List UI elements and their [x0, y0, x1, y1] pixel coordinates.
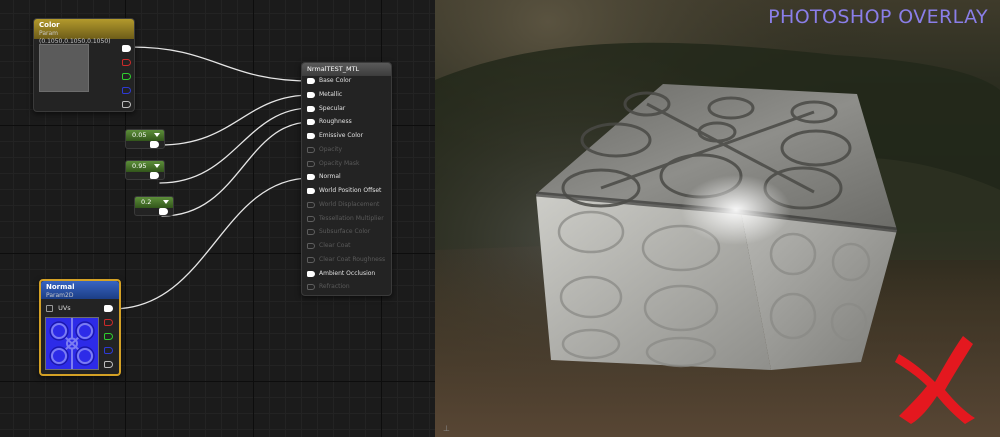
material-input-label: Refraction — [319, 283, 350, 291]
scalar-value: 0.95 — [132, 162, 147, 170]
material-input-row[interactable]: Base Color — [307, 75, 351, 87]
screenshot: Color Param (0.1050,0.1050,0.1050) 0.05 … — [0, 0, 1000, 437]
material-input-row[interactable]: Specular — [307, 103, 345, 115]
material-input-row[interactable]: Emissive Color — [307, 130, 363, 142]
color-node-header[interactable]: Color Param (0.1050,0.1050,0.1050) — [34, 19, 134, 45]
normal-node-title: Normal — [46, 283, 75, 291]
color-output-r-pin[interactable] — [122, 59, 131, 66]
material-input-label: Tessellation Multiplier — [319, 214, 384, 222]
material-input-pin[interactable] — [307, 133, 315, 139]
wire-scalar-2-to-specular — [159, 107, 312, 184]
scalar-node-roughness[interactable]: 0.2 — [134, 196, 174, 216]
material-input-pin[interactable] — [307, 91, 315, 98]
normal-output-a-pin[interactable] — [104, 361, 113, 368]
scalar-value: 0.2 — [141, 198, 152, 206]
wire-scalar-1-to-metallic — [159, 94, 312, 146]
material-input-row[interactable]: Metallic — [307, 89, 342, 101]
material-input-pin[interactable] — [307, 215, 315, 222]
material-input-pin[interactable] — [307, 229, 315, 236]
material-input-pin[interactable] — [307, 284, 315, 291]
normal-map-thumbnail — [45, 317, 99, 370]
material-input-pin[interactable] — [307, 188, 315, 194]
3d-viewport[interactable]: PHOTOSHOP OVERLAY ⊥ — [435, 0, 1000, 437]
material-input-row[interactable]: World Position Offset — [307, 185, 381, 197]
material-input-pin[interactable] — [307, 243, 315, 249]
material-input-pin[interactable] — [307, 105, 315, 112]
scalar-output-pin[interactable] — [150, 172, 159, 179]
material-node-title: NrmalTEST_MTL — [307, 65, 360, 73]
material-input-label: Opacity Mask — [319, 159, 360, 167]
uvs-input-row[interactable]: UVs — [46, 304, 71, 312]
color-output-rgb-pin[interactable] — [122, 45, 131, 52]
material-input-label: Subsurface Color — [319, 228, 371, 236]
material-input-pin[interactable] — [307, 174, 315, 181]
material-input-pin[interactable] — [307, 119, 315, 126]
color-node-title: Color — [39, 21, 60, 29]
material-input-row[interactable]: Roughness — [307, 116, 352, 128]
normal-output-b-pin[interactable] — [104, 347, 113, 354]
material-result-node[interactable]: NrmalTEST_MTL Base Color Metallic Specular… — [301, 62, 392, 296]
uvs-input-pin-icon[interactable] — [46, 304, 53, 312]
material-input-row: Opacity — [307, 144, 342, 156]
wire-scalar-3-to-roughness — [161, 121, 312, 217]
material-input-pin[interactable] — [307, 78, 315, 84]
material-input-row[interactable]: Ambient Occlusion — [307, 268, 375, 280]
normal-output-rgb-pin[interactable] — [104, 305, 113, 312]
scalar-output-pin[interactable] — [159, 208, 168, 215]
material-input-label: Roughness — [319, 118, 352, 126]
material-input-label: Normal — [319, 173, 341, 181]
color-output-a-pin[interactable] — [122, 101, 131, 108]
material-input-label: World Position Offset — [319, 187, 382, 194]
scalar-value: 0.05 — [132, 131, 147, 139]
collapse-arrow-icon[interactable] — [154, 133, 160, 137]
normal-texture-parameter-node[interactable]: Normal Param2D UVs — [39, 279, 121, 376]
scalar-node-specular[interactable]: 0.95 — [125, 160, 165, 180]
overlay-caption: PHOTOSHOP OVERLAY — [768, 6, 988, 28]
material-input-row: Clear Coat Roughness — [307, 254, 385, 266]
red-x-mark-icon — [895, 336, 975, 424]
material-input-row: Tessellation Multiplier — [307, 213, 384, 225]
color-parameter-node[interactable]: Color Param (0.1050,0.1050,0.1050) — [33, 18, 135, 112]
material-input-label: Clear Coat — [319, 242, 351, 249]
uvs-label: UVs — [58, 304, 71, 312]
scalar-node-metallic[interactable]: 0.05 — [125, 129, 165, 149]
material-input-pin[interactable] — [307, 146, 315, 153]
material-input-row: Refraction — [307, 281, 350, 293]
material-input-label: Opacity — [319, 145, 343, 153]
color-output-b-pin[interactable] — [122, 87, 131, 94]
wire-color-to-base-color — [130, 46, 312, 82]
material-input-label: Ambient Occlusion — [319, 269, 376, 277]
material-input-row: Opacity Mask — [307, 158, 359, 170]
cube-preview-mesh — [535, 84, 898, 370]
normal-node-subtitle: Param2D — [46, 292, 74, 299]
material-input-row[interactable]: Normal — [307, 171, 341, 183]
material-input-pin[interactable] — [307, 201, 315, 208]
normal-output-g-pin[interactable] — [104, 333, 113, 340]
scalar-output-pin[interactable] — [150, 141, 159, 148]
material-input-pin[interactable] — [307, 270, 315, 277]
material-input-label: Emissive Color — [319, 132, 364, 139]
material-input-label: Clear Coat Roughness — [319, 255, 386, 263]
material-input-pin[interactable] — [307, 160, 315, 167]
normal-node-header[interactable]: Normal Param2D — [41, 281, 119, 299]
axis-gizmo-icon: ⊥ — [443, 424, 450, 433]
material-graph-panel[interactable]: Color Param (0.1050,0.1050,0.1050) 0.05 … — [0, 0, 435, 437]
normal-output-r-pin[interactable] — [104, 319, 113, 326]
material-input-label: World Displacement — [319, 200, 380, 208]
color-output-g-pin[interactable] — [122, 73, 131, 80]
material-input-label: Metallic — [319, 90, 343, 98]
material-input-label: Base Color — [319, 77, 352, 84]
material-input-row: Clear Coat — [307, 240, 351, 252]
color-preview-swatch — [39, 44, 89, 92]
collapse-arrow-icon[interactable] — [163, 200, 169, 204]
material-input-row: Subsurface Color — [307, 226, 370, 238]
material-input-row: World Displacement — [307, 199, 379, 211]
material-input-label: Specular — [319, 104, 346, 112]
material-input-pin[interactable] — [307, 256, 315, 263]
collapse-arrow-icon[interactable] — [154, 164, 160, 168]
